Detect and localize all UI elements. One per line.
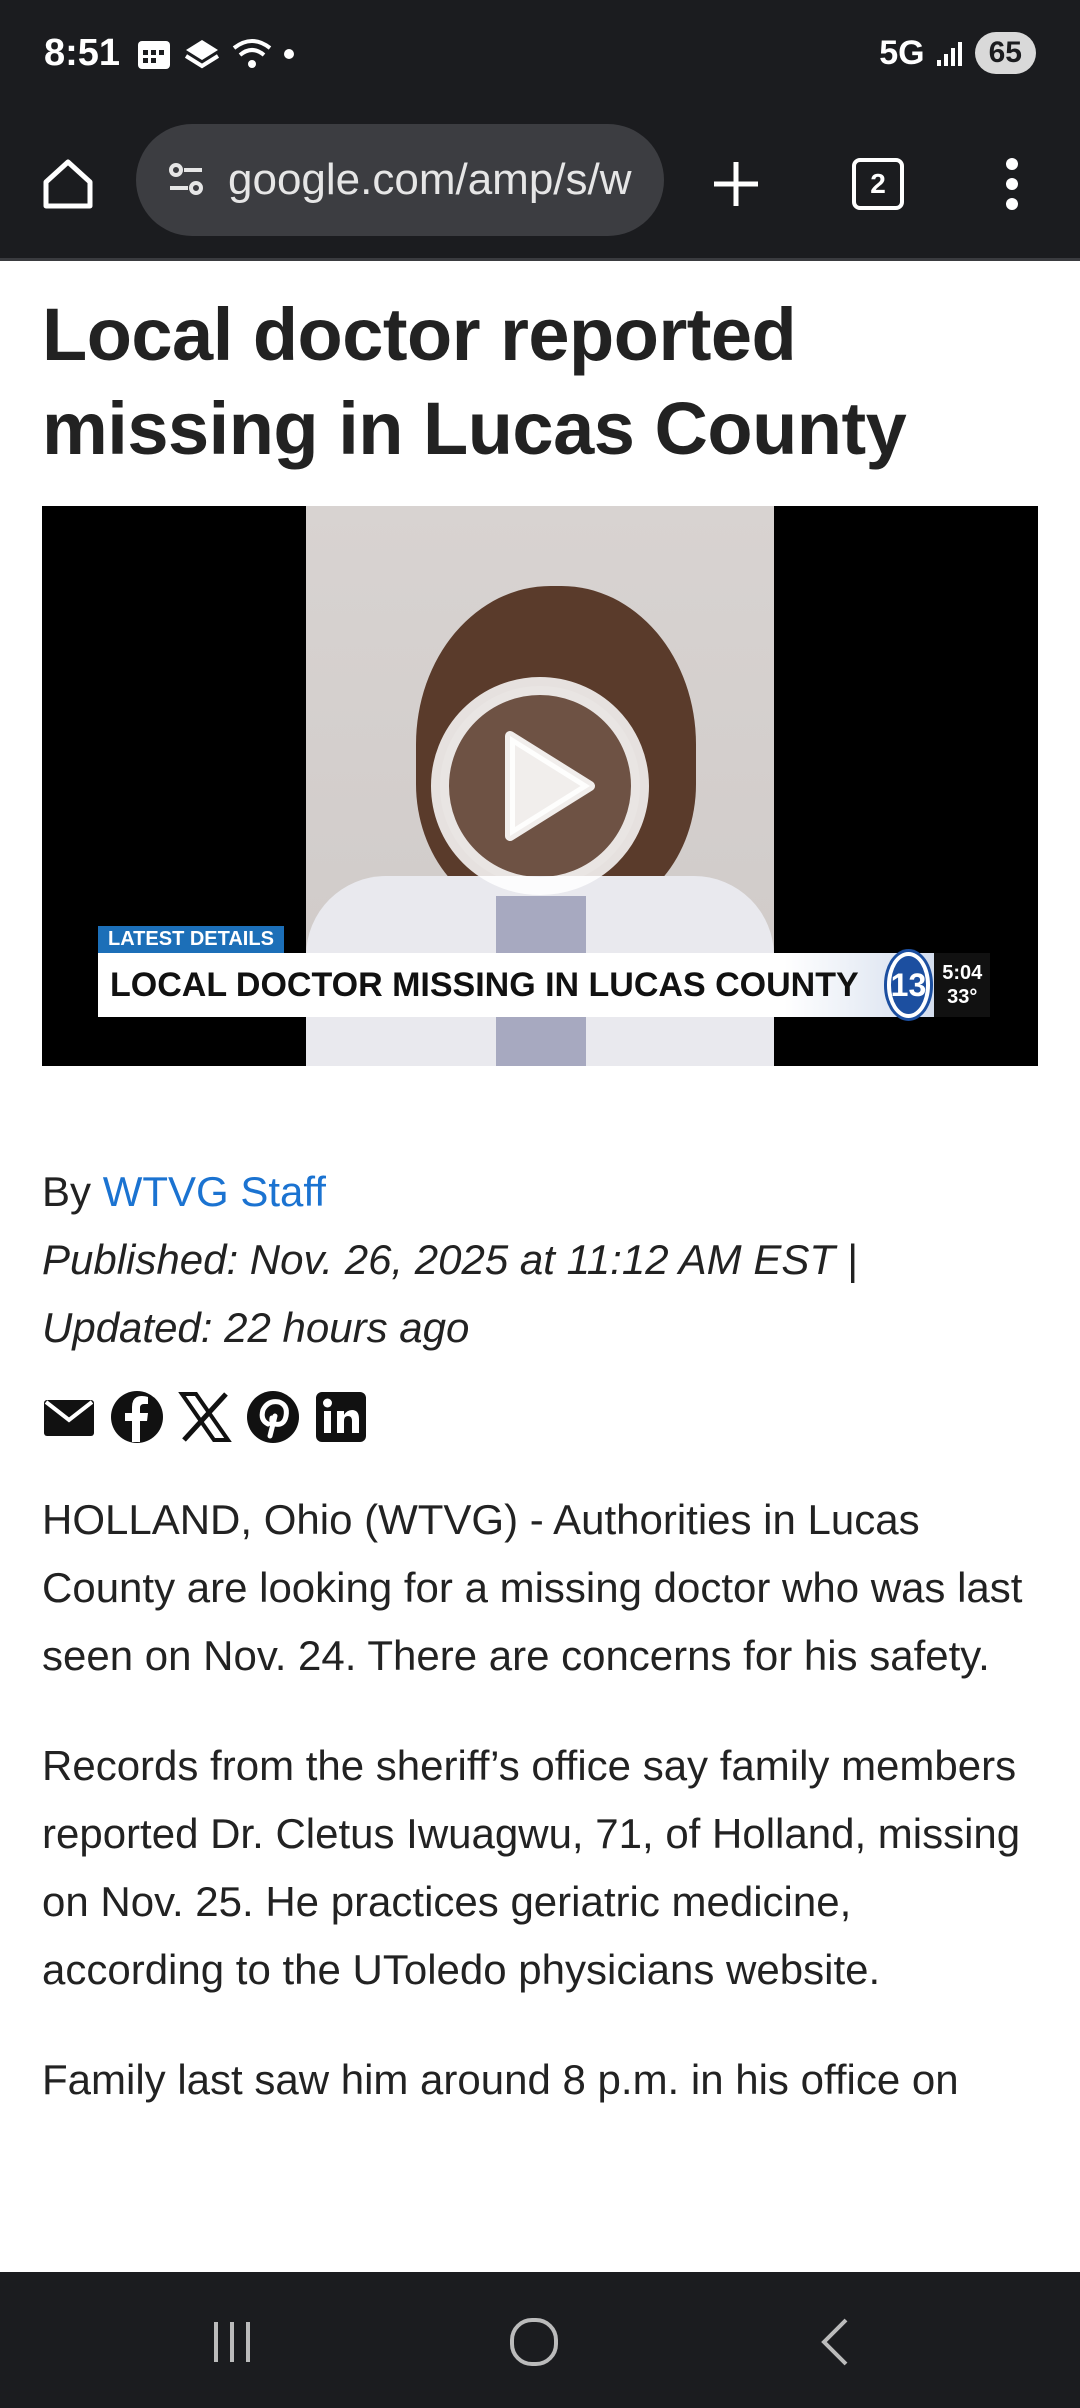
author-link[interactable]: WTVG Staff [103, 1168, 326, 1215]
lower-third-bar: LOCAL DOCTOR MISSING IN LUCAS COUNTY 13 … [98, 952, 991, 1018]
article-paragraph: HOLLAND, Ohio (WTVG) - Authorities in Lu… [42, 1496, 1023, 1679]
status-notification-icons [136, 36, 296, 72]
linkedin-icon[interactable] [314, 1390, 368, 1444]
pinterest-icon[interactable] [246, 1390, 300, 1444]
channel-logo: 13 [886, 952, 931, 1018]
wifi-icon [232, 39, 272, 68]
new-tab-button[interactable] [698, 146, 774, 222]
broadcast-time: 5:04 [942, 962, 983, 984]
dot-icon [284, 49, 294, 59]
tab-count: 2 [852, 158, 904, 210]
home-circle-icon [510, 2318, 558, 2366]
status-time: 8:51 [44, 32, 121, 74]
status-right: 5G 65 [879, 32, 1036, 74]
recents-button[interactable] [192, 2302, 272, 2382]
app-notification-icon [184, 40, 220, 69]
published-date: Published: Nov. 26, 2025 at 11:12 AM EST… [42, 1236, 858, 1283]
more-vert-icon [1006, 158, 1018, 210]
menu-button[interactable] [974, 146, 1050, 222]
address-bar[interactable]: google.com/amp/s/w [136, 124, 664, 236]
article-paragraph: Family last saw him around 8 p.m. in his… [42, 2056, 959, 2103]
facebook-icon[interactable] [110, 1390, 164, 1444]
plus-icon [714, 162, 758, 206]
share-bar [42, 1390, 1038, 1444]
email-icon[interactable] [42, 1390, 96, 1444]
broadcast-temp: 33° [947, 986, 978, 1008]
back-icon [821, 2318, 848, 2366]
site-settings-icon[interactable] [162, 156, 210, 204]
battery-indicator: 65 [974, 32, 1036, 74]
news-lower-third: LATEST DETAILS LOCAL DOCTOR MISSING IN L… [98, 926, 991, 1018]
article-paragraph: Records from the sheriff’s office say fa… [42, 1742, 1021, 1993]
home-icon [43, 159, 93, 209]
system-nav-bar [0, 2272, 1080, 2408]
time-temp-box: 5:04 33° [934, 953, 991, 1017]
url-text: google.com/amp/s/w [228, 155, 632, 204]
byline-prefix: By [42, 1168, 103, 1215]
article-headline: Local doctor reported missing in Lucas C… [42, 293, 907, 470]
calendar-icon [138, 41, 170, 69]
video-player[interactable]: LATEST DETAILS LOCAL DOCTOR MISSING IN L… [42, 506, 1038, 1066]
latest-details-tag: LATEST DETAILS [98, 926, 284, 953]
network-type: 5G [879, 33, 925, 72]
lower-third-headline: LOCAL DOCTOR MISSING IN LUCAS COUNTY [110, 965, 859, 1004]
signal-icon [936, 42, 962, 66]
home-button[interactable] [30, 146, 106, 222]
play-icon[interactable] [428, 674, 652, 898]
article: Local doctor reported missing in Lucas C… [42, 258, 1038, 2114]
updated-date: Updated: 22 hours ago [42, 1304, 470, 1351]
tab-switcher-button[interactable]: 2 [840, 146, 916, 222]
x-icon[interactable] [178, 1390, 232, 1444]
byline: By WTVG Staff [42, 1158, 1038, 1226]
status-bar: 8:51 5G 65 [0, 0, 1080, 110]
back-button[interactable] [796, 2302, 876, 2382]
home-nav-button[interactable] [494, 2302, 574, 2382]
browser-toolbar: google.com/amp/s/w 2 [0, 110, 1080, 261]
recents-icon [214, 2322, 250, 2362]
